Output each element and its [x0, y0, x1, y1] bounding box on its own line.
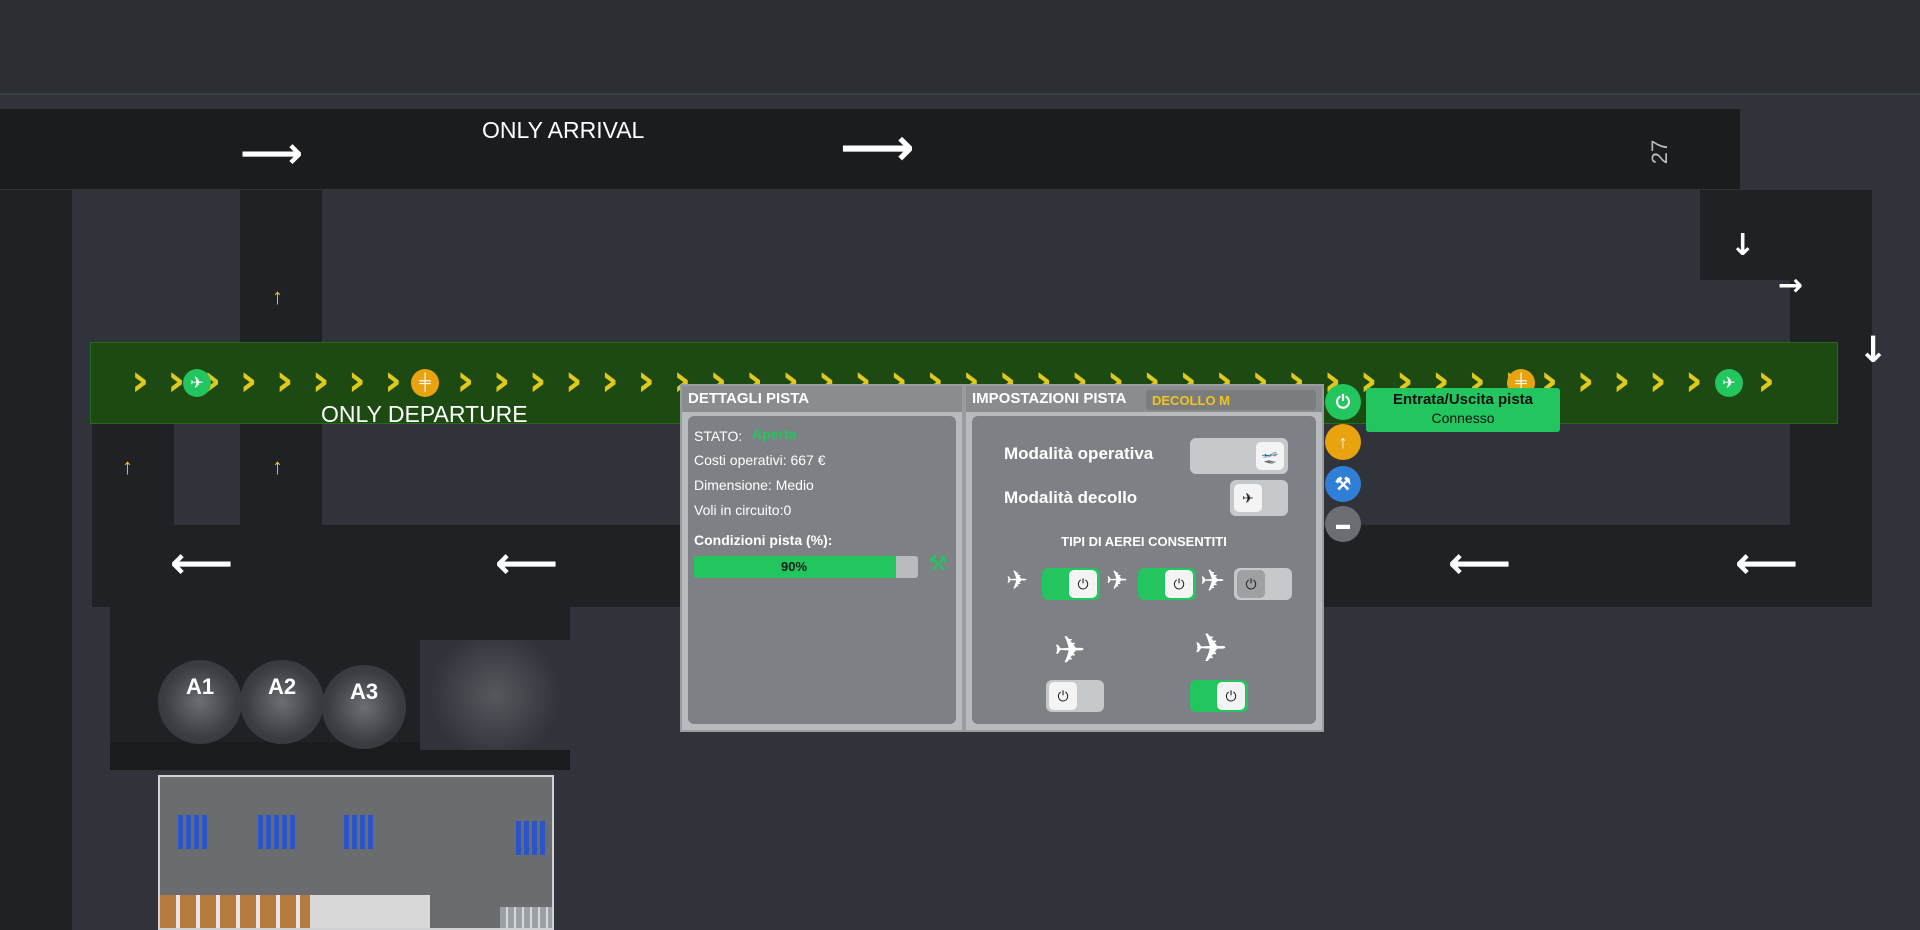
runway-size: Dimensione: Medio — [694, 477, 814, 493]
stand-a4-empty[interactable] — [420, 640, 570, 750]
flow-arrow-icon: ⟵ — [495, 538, 559, 589]
maintenance-button[interactable]: ⚒ — [1325, 466, 1361, 502]
flow-arrow-icon: ⟵ — [1448, 538, 1512, 589]
taxiway-left — [0, 190, 72, 930]
status-value: Aperta — [752, 426, 797, 442]
fighter-jet-icon: ✈ — [1234, 484, 1262, 512]
propeller-plane-icon: ✈ — [1006, 566, 1028, 596]
type-toggle-airliner[interactable]: ⏻ — [1190, 680, 1248, 712]
label-only-arrival: ONLY ARRIVAL — [482, 117, 645, 143]
panel-title: DETTAGLI PISTA — [682, 386, 962, 412]
top-area — [0, 0, 1920, 95]
mode-label: Modalità operativa — [1004, 444, 1154, 463]
takeoff-mode-label: Modalità decollo — [1004, 488, 1138, 507]
stand-label: A3 — [349, 679, 379, 704]
runway-number: 27 — [1647, 139, 1673, 165]
settings-tag: DECOLLO M — [1146, 390, 1316, 410]
plane-marker-icon[interactable]: ✈ — [183, 369, 211, 397]
stand-a2[interactable]: A2 — [240, 660, 324, 744]
taxi-up-arrow-icon: ↑ — [272, 284, 283, 309]
flow-arrow-icon: ⟶ — [840, 118, 915, 178]
flow-arrow-icon: ↓ — [1858, 330, 1889, 371]
types-title: TIPI DI AEREI CONSENTITI — [1061, 534, 1227, 549]
stand-a3[interactable]: A3 — [322, 665, 406, 749]
plane-marker-icon[interactable]: ✈ — [1715, 369, 1743, 397]
game-viewport[interactable]: ONLY ARRIVAL 27 ⟶ ⟶ ››››››››››››››››››››… — [0, 0, 1920, 930]
power-icon: ⏻ — [1217, 682, 1245, 710]
priority-up-button[interactable]: ↑ — [1325, 424, 1361, 460]
mode-toggle[interactable]: 🛫 — [1190, 438, 1288, 474]
power-button[interactable]: ⏻ — [1325, 384, 1361, 420]
type-toggle-small-jet[interactable]: ⏻ — [1138, 568, 1196, 600]
seat-block — [178, 815, 208, 849]
taxiway-right-top — [1700, 190, 1872, 280]
turboprop-icon: ✈ — [1054, 628, 1086, 672]
snowplow-button[interactable]: ▬ — [1325, 506, 1361, 542]
flow-arrow-icon: → — [1778, 268, 1804, 303]
condition-bar: 90% — [694, 556, 918, 578]
seat-block — [516, 821, 548, 855]
tag-text: DECOLLO M — [1152, 393, 1230, 408]
type-toggle-propeller[interactable]: ⏻ — [1042, 568, 1100, 600]
entry-title: Entrata/Uscita pista — [1392, 391, 1534, 408]
service-area — [310, 895, 430, 928]
power-icon: ⏻ — [1049, 682, 1077, 710]
circuit-flights: Voli in circuito:0 — [694, 502, 792, 518]
stand-label: A1 — [185, 674, 215, 699]
power-icon: ⏻ — [1069, 570, 1097, 598]
status-label: STATO: — [694, 428, 743, 444]
flow-arrow-icon: ⟵ — [1735, 538, 1799, 589]
terminal-building[interactable] — [158, 775, 554, 930]
entry-exit-tooltip: Entrata/Uscita pista Connesso — [1366, 388, 1560, 432]
seat-block — [258, 815, 296, 849]
airliner-icon: ✈ — [1194, 626, 1228, 672]
takeoff-mode-toggle[interactable]: ✈ — [1230, 480, 1288, 516]
runway-settings-panel[interactable]: IMPOSTAZIONI PISTA DECOLLO M Modalità op… — [964, 384, 1324, 732]
power-icon: ⏻ — [1165, 570, 1193, 598]
label-only-departure: ONLY DEPARTURE — [321, 401, 528, 427]
condition-value: 90% — [780, 559, 808, 574]
stand-a1[interactable]: A1 — [158, 660, 242, 744]
hold-marker-icon[interactable]: ╪ — [411, 369, 439, 397]
taxi-up-arrow-icon: ↑ — [272, 454, 283, 479]
taxi-up-arrow-icon: ↑ — [122, 454, 133, 479]
seat-block — [344, 815, 374, 849]
taxiway-connector-1 — [240, 190, 322, 342]
details-body: STATO: Aperta Costi operativi: 667 € Dim… — [688, 416, 956, 724]
type-toggle-large-jet[interactable]: ⏻ — [1234, 568, 1292, 600]
entry-status: Connesso — [1431, 410, 1495, 426]
settings-body: Modalità operativa 🛫 Modalità decollo ✈ … — [972, 416, 1316, 724]
stand-label: A2 — [267, 674, 297, 699]
repair-icon[interactable]: ⚒ — [928, 552, 948, 577]
takeoff-icon: 🛫 — [1256, 442, 1284, 470]
power-icon: ⏻ — [1237, 570, 1265, 598]
condition-label: Condizioni pista (%): — [694, 532, 833, 548]
large-jet-icon: ✈ — [1200, 564, 1226, 599]
small-jet-icon: ✈ — [1106, 566, 1128, 596]
operating-cost: Costi operativi: 667 € — [694, 452, 826, 468]
flow-arrow-icon: ↓ — [1730, 228, 1756, 263]
flow-arrow-icon: ⟶ — [240, 128, 304, 179]
runway-details-panel[interactable]: DETTAGLI PISTA STATO: Aperta Costi opera… — [680, 384, 964, 732]
flow-arrow-icon: ⟵ — [170, 538, 234, 589]
shop-area — [160, 895, 310, 928]
storage-area — [500, 907, 552, 928]
type-toggle-turboprop[interactable]: ⏻ — [1046, 680, 1104, 712]
